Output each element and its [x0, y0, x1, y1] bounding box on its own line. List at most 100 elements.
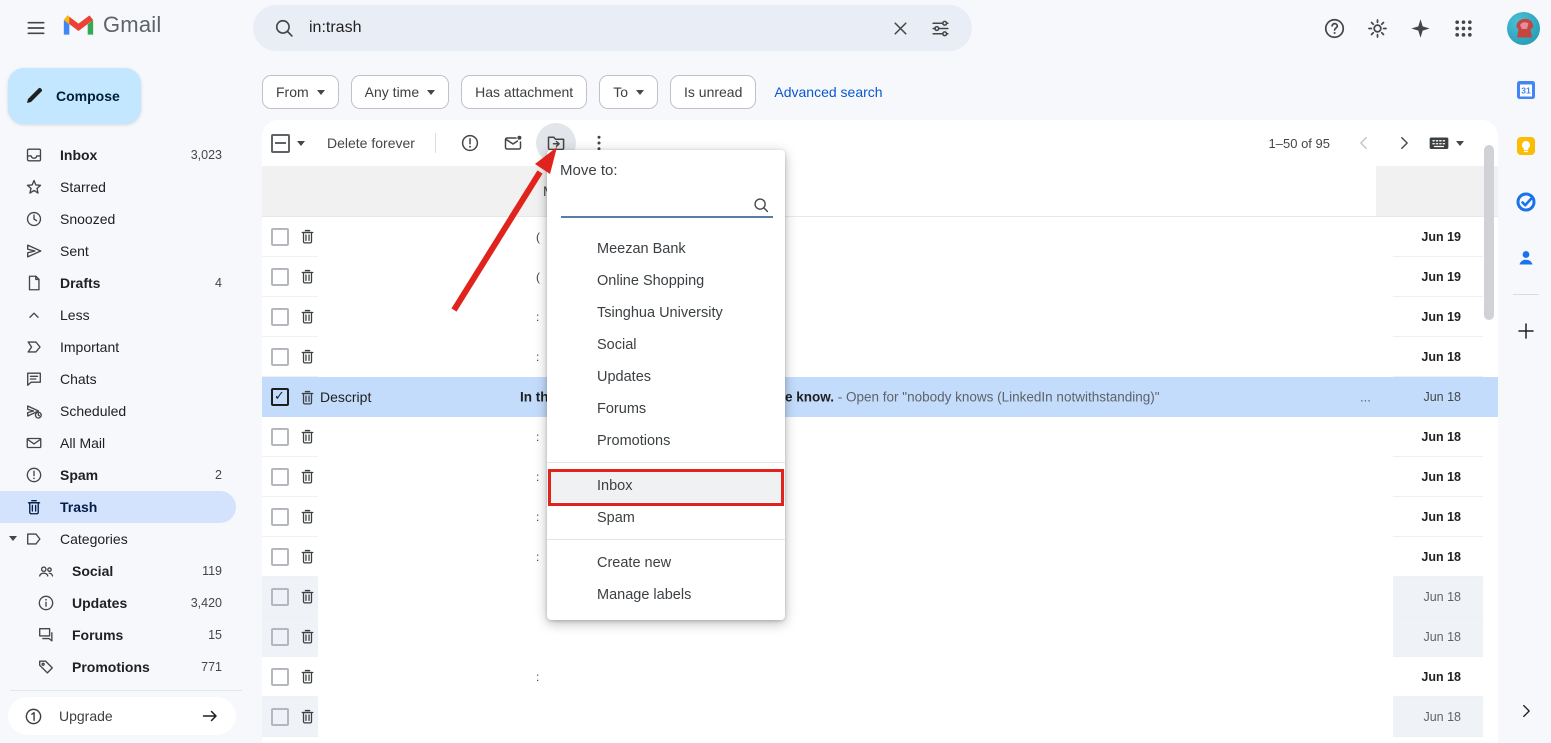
sidebar-item-inbox[interactable]: Inbox 3,023 — [0, 139, 236, 171]
row-checkbox[interactable] — [271, 348, 289, 366]
trash-icon — [299, 588, 316, 605]
list-scrollbar[interactable] — [1484, 145, 1494, 320]
email-row[interactable]: : Jun 18 — [262, 657, 1498, 697]
compose-label: Compose — [56, 88, 120, 104]
email-row[interactable]: : Jun 18 — [262, 497, 1498, 537]
move-to-option[interactable]: Meezan Bank — [547, 233, 785, 265]
row-checkbox[interactable] — [271, 228, 289, 246]
row-checkbox[interactable] — [271, 268, 289, 286]
move-to-option[interactable]: Updates — [547, 361, 785, 393]
move-to-option[interactable]: Promotions — [547, 425, 785, 457]
email-row[interactable]: Jun 18 — [262, 577, 1498, 617]
main-menu-button[interactable] — [16, 8, 56, 48]
sidebar-item-trash[interactable]: Trash — [0, 491, 236, 523]
move-to-option[interactable]: Manage labels — [547, 579, 785, 611]
sidebar-item-chats[interactable]: Chats — [0, 363, 236, 395]
label-search-input[interactable] — [561, 216, 773, 218]
sidebar-item-drafts[interactable]: Drafts 4 — [0, 267, 236, 299]
email-row[interactable]: : Jun 18 — [262, 457, 1498, 497]
get-addons-button[interactable] — [1506, 311, 1546, 351]
email-row[interactable]: : Jun 19 — [262, 297, 1498, 337]
allmail-icon — [25, 434, 43, 452]
move-to-option[interactable]: Online Shopping — [547, 265, 785, 297]
older-page-button[interactable] — [1384, 123, 1424, 163]
row-checkbox[interactable] — [271, 668, 289, 686]
row-checkbox[interactable] — [271, 548, 289, 566]
email-row[interactable]: : Jun 18 — [262, 417, 1498, 457]
rail-app-contacts[interactable] — [1506, 238, 1546, 278]
filter-chip[interactable]: From — [262, 75, 339, 109]
search-bar[interactable] — [253, 5, 972, 51]
sidebar-item-promotions[interactable]: Promotions 771 — [0, 651, 236, 683]
row-checkbox[interactable] — [271, 708, 289, 726]
rail-app-calendar[interactable]: 31 — [1506, 70, 1546, 110]
sidebar-item-important[interactable]: Important — [0, 331, 236, 363]
advanced-search-link[interactable]: Advanced search — [774, 84, 882, 100]
email-row[interactable]: ( Jun 19 — [262, 257, 1498, 297]
sidebar-item-count: 119 — [202, 564, 222, 578]
input-method-button[interactable] — [1428, 132, 1464, 154]
header-icon-button[interactable] — [1442, 8, 1485, 48]
header-icon-button[interactable] — [1313, 8, 1356, 48]
filter-chip[interactable]: Has attachment — [461, 75, 587, 109]
search-options-button[interactable] — [920, 8, 960, 48]
select-all-checkbox[interactable] — [271, 134, 290, 153]
mark-unread-button[interactable] — [493, 123, 533, 163]
move-to-option[interactable]: Forums — [547, 393, 785, 425]
sidebar-item-scheduled[interactable]: Scheduled — [0, 395, 236, 427]
sidebar-item-categories[interactable]: Categories — [0, 523, 236, 555]
email-row[interactable]: ( Jun 19 — [262, 217, 1498, 257]
select-caret-icon[interactable] — [297, 141, 305, 150]
filter-chip[interactable]: Is unread — [670, 75, 756, 109]
select-all-control[interactable] — [271, 134, 305, 153]
sidebar-item-snoozed[interactable]: Snoozed — [0, 203, 236, 235]
row-checkbox[interactable] — [271, 508, 289, 526]
upgrade-button[interactable]: Upgrade — [8, 697, 236, 735]
compose-button[interactable]: Compose — [8, 68, 141, 124]
email-row[interactable]: : Jun 18 — [262, 337, 1498, 377]
row-checkbox[interactable] — [271, 388, 289, 406]
sidebar-item-allmail[interactable]: All Mail — [0, 427, 236, 459]
row-checkbox[interactable] — [271, 428, 289, 446]
email-row[interactable]: Jun 18 — [262, 697, 1498, 737]
sidebar-item-sent[interactable]: Sent — [0, 235, 236, 267]
clear-search-button[interactable] — [880, 8, 920, 48]
row-checkbox[interactable] — [271, 468, 289, 486]
row-checkbox[interactable] — [271, 588, 289, 606]
expander-arrow-icon[interactable] — [9, 536, 17, 545]
move-to-option[interactable]: Create new — [547, 547, 785, 579]
sidebar-item-social[interactable]: Social 119 — [0, 555, 236, 587]
report-spam-button[interactable] — [450, 123, 490, 163]
move-to-option[interactable]: Tsinghua University — [547, 297, 785, 329]
delete-forever-button[interactable]: Delete forever — [327, 135, 415, 151]
sidebar-item-forums[interactable]: Forums 15 — [0, 619, 236, 651]
row-checkbox[interactable] — [271, 308, 289, 326]
move-to-option[interactable]: Inbox — [547, 470, 785, 502]
sidebar-item-starred[interactable]: Starred — [0, 171, 236, 203]
sidebar-item-spam[interactable]: Spam 2 — [0, 459, 236, 491]
filter-chip[interactable]: To — [599, 75, 658, 109]
chevron-right-icon — [1395, 134, 1413, 152]
move-to-option[interactable]: Spam — [547, 502, 785, 534]
upgrade-label: Upgrade — [59, 708, 113, 724]
email-row[interactable]: Jun 18 — [262, 617, 1498, 657]
email-row[interactable]: Descript In the e know. - Open for "nobo… — [262, 377, 1498, 417]
pagination: 1–50 of 95 — [1269, 123, 1498, 163]
search-input[interactable] — [307, 18, 880, 38]
newer-page-button[interactable] — [1344, 123, 1384, 163]
move-to-option[interactable]: Social — [547, 329, 785, 361]
top-bar: Gmail — [0, 0, 1551, 56]
filter-chip[interactable]: Any time — [351, 75, 449, 109]
rail-app-keep[interactable] — [1506, 126, 1546, 166]
sidebar-item-label: Starred — [60, 179, 106, 195]
account-avatar[interactable] — [1507, 12, 1540, 45]
email-row[interactable]: : Jun 18 — [262, 537, 1498, 577]
header-icon-button[interactable] — [1356, 8, 1399, 48]
search-icon[interactable] — [273, 17, 295, 39]
row-checkbox[interactable] — [271, 628, 289, 646]
header-icon-button[interactable] — [1399, 8, 1442, 48]
sidebar-item-updates[interactable]: Updates 3,420 — [0, 587, 236, 619]
sidebar-item-less[interactable]: Less — [0, 299, 236, 331]
rail-app-tasks[interactable] — [1506, 182, 1546, 222]
collapse-panel-button[interactable] — [1506, 691, 1546, 731]
